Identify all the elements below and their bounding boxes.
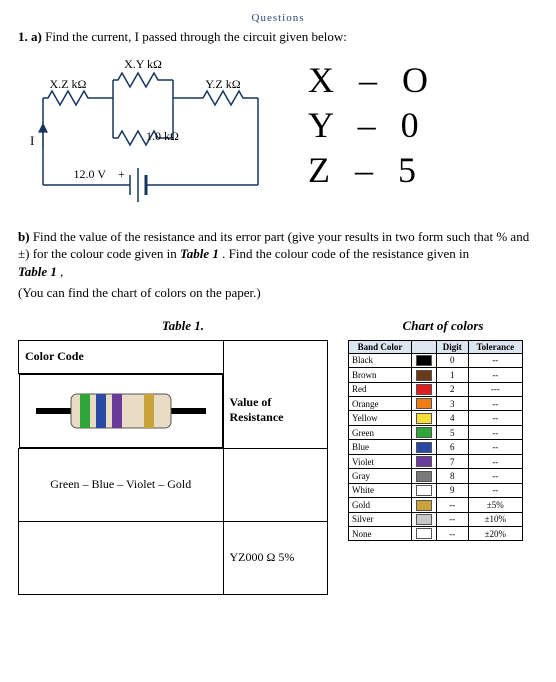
hn-o1: O (402, 60, 436, 100)
chart-row: Yellow4-- (349, 411, 523, 425)
q1b-note: (You can find the chart of colors on the… (18, 284, 538, 302)
table1-hdr-value-l1: Value of (230, 395, 322, 410)
table1-row1-code: Green – Blue – Violet – Gold (19, 448, 224, 521)
hn-dash1: – (359, 60, 385, 100)
chart-row: Violet7-- (349, 454, 523, 468)
hn-y: Y (308, 105, 341, 145)
q1a-text: Find the current, I passed through the c… (45, 29, 347, 44)
hn-x: X (308, 60, 342, 100)
i-label: I (30, 133, 34, 148)
hn-o2: 0 (401, 105, 427, 145)
chart-h1: Band Color (349, 340, 412, 353)
circuit-diagram: X.Y kΩ X.Z kΩ Y.Z kΩ (18, 50, 278, 224)
v-src-label: 12.0 V (74, 167, 107, 181)
hn-dash3: – (355, 150, 381, 190)
chart-row: Orange3-- (349, 397, 523, 411)
table1-row1-value (223, 448, 328, 521)
chart-of-colors: Band Color Digit Tolerance Black0--Brown… (348, 340, 523, 542)
chart-h2: Digit (436, 340, 468, 353)
chart-row: Black0-- (349, 353, 523, 367)
table1-hdr-value-l2: Resistance (230, 410, 322, 425)
table-1: Color Code Value of (18, 340, 328, 595)
chart-row: Green5-- (349, 425, 523, 439)
chart-row: Blue6-- (349, 440, 523, 454)
table1-row2-code (19, 521, 224, 594)
table1-hdr-colorcode: Color Code (19, 340, 224, 373)
question-1b: b) Find the value of the resistance and … (18, 228, 538, 281)
q1b-text3: , (60, 264, 63, 279)
svg-text:+: + (118, 167, 125, 181)
r-top-label: X.Y kΩ (124, 57, 162, 71)
hn-dash2: – (358, 105, 384, 145)
q1b-text2: . Find the colour code of the resistance… (222, 246, 469, 261)
q1b-tblref2: Table 1 (18, 264, 57, 279)
table1-title: Table 1. (18, 318, 348, 334)
r-mid-label: 1.0 kΩ (146, 129, 179, 143)
chart-row: Gold--±5% (349, 498, 523, 512)
question-1a: 1. a) Find the current, I passed through… (18, 28, 538, 46)
table1-row2-value: YZ000 Ω 5% (223, 521, 328, 594)
r-right-label: Y.Z kΩ (205, 77, 240, 91)
resistor-image (36, 386, 206, 436)
page-header-small: Questions (18, 12, 538, 24)
hn-5: 5 (398, 150, 424, 190)
handwritten-notes: X – O Y – 0 Z – 5 (308, 58, 436, 193)
chart-row: White9-- (349, 483, 523, 497)
r-left-label: X.Z kΩ (50, 77, 87, 91)
chart-row: None--±20% (349, 526, 523, 540)
q1b-label: b) (18, 229, 30, 244)
hn-z: Z (308, 150, 338, 190)
chart-row: Brown1-- (349, 368, 523, 382)
q1a-label: 1. a) (18, 29, 42, 44)
chart-row: Gray8-- (349, 469, 523, 483)
chart-row: Silver--±10% (349, 512, 523, 526)
chart-row: Red2--- (349, 382, 523, 396)
q1b-tblref1: Table 1 (180, 246, 219, 261)
chart-h3: Tolerance (468, 340, 522, 353)
chart-title: Chart of colors (348, 318, 538, 334)
